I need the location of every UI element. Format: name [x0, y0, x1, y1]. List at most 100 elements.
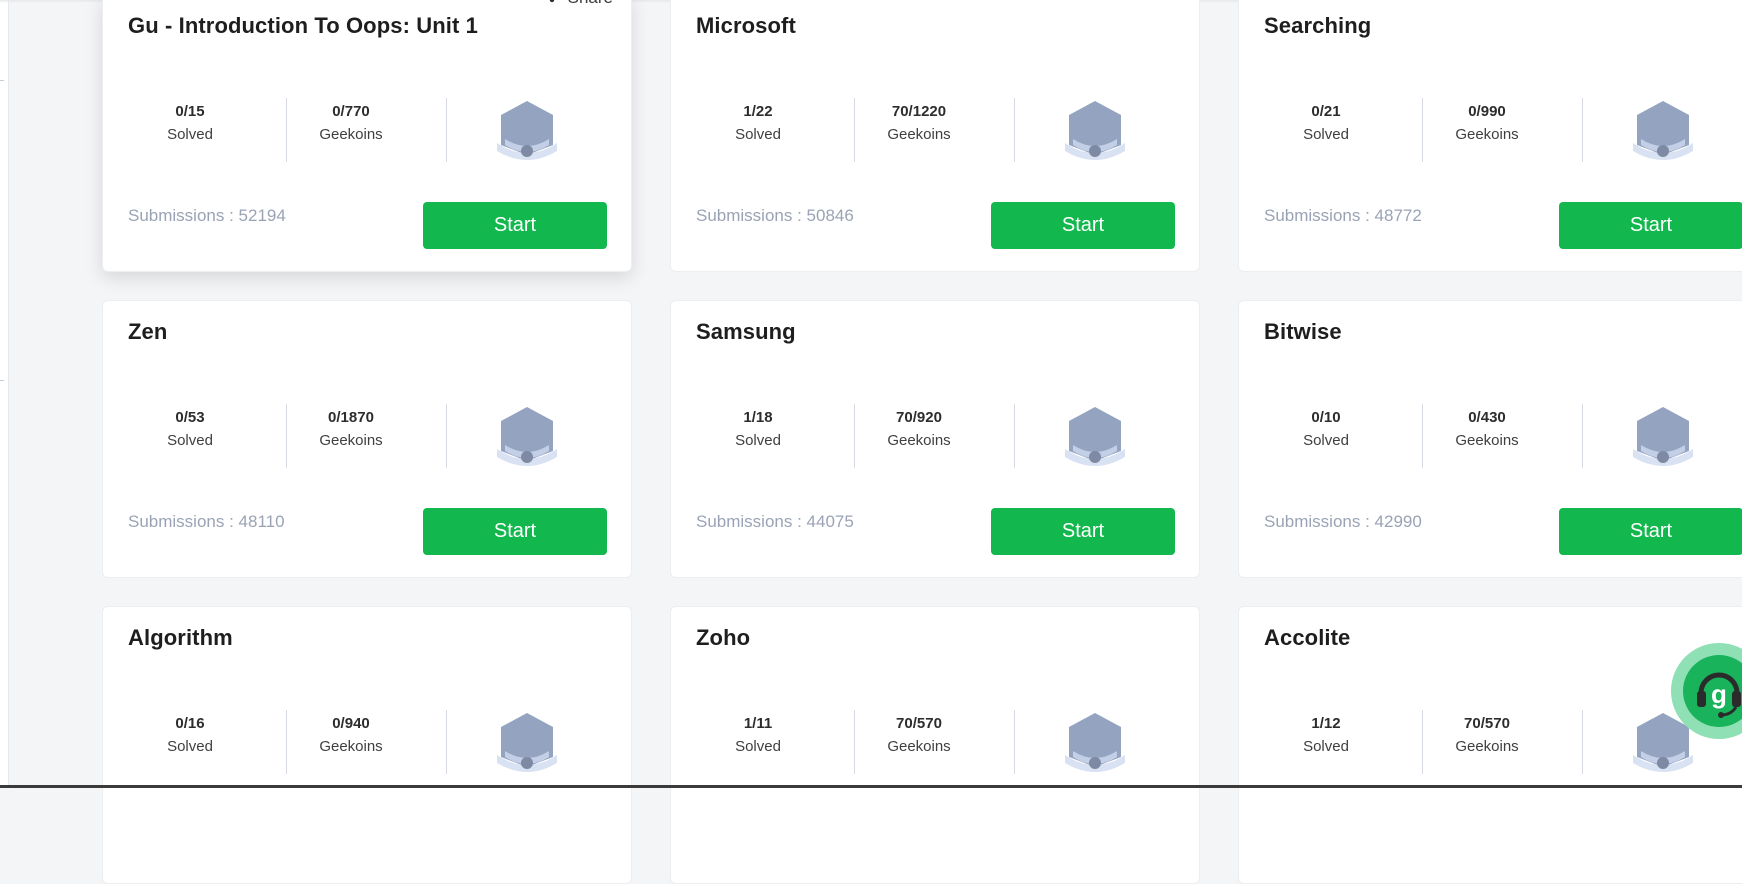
- solved-label: Solved: [735, 738, 781, 755]
- submissions-count: Submissions : 48110: [128, 512, 285, 532]
- submissions-value: 44075: [806, 512, 854, 531]
- left-edge-panel: [0, 0, 9, 788]
- card-title: Accolite: [1264, 625, 1351, 650]
- geekoins-count: 70/920: [896, 409, 942, 426]
- contest-card[interactable]: Microsoft 1/22 Solved 70/1220 Geekoins S…: [670, 0, 1200, 272]
- geekoins-label: Geekoins: [1455, 432, 1519, 449]
- solved-count: 1/18: [743, 409, 773, 426]
- solved-count: 0/16: [175, 715, 205, 732]
- solved-label: Solved: [735, 126, 781, 143]
- submissions-prefix: Submissions :: [128, 206, 239, 225]
- badge-icon: [1631, 405, 1695, 471]
- solved-stat: 1/22 Solved: [688, 101, 828, 147]
- geekoins-label: Geekoins: [1455, 126, 1519, 143]
- solved-count: 0/21: [1311, 103, 1341, 120]
- stat-divider: [1014, 710, 1015, 774]
- stat-divider: [1014, 98, 1015, 162]
- geekoins-stat: 0/430 Geekoins: [1417, 407, 1557, 453]
- start-button[interactable]: Start: [1559, 202, 1742, 249]
- submissions-value: 50846: [806, 206, 854, 225]
- stat-divider: [446, 710, 447, 774]
- geekoins-stat: 0/990 Geekoins: [1417, 101, 1557, 147]
- solved-label: Solved: [167, 432, 213, 449]
- card-title: Gu - Introduction To Oops: Unit 1: [128, 13, 478, 38]
- contest-card[interactable]: Algorithm 0/16 Solved 0/940 Geekoins: [102, 606, 632, 884]
- submissions-value: 42990: [1374, 512, 1422, 531]
- geekoins-stat: 70/1220 Geekoins: [849, 101, 989, 147]
- contest-card[interactable]: Bitwise 0/10 Solved 0/430 Geekoins Submi…: [1238, 300, 1742, 578]
- stat-divider: [1582, 710, 1583, 774]
- card-title: Algorithm: [128, 625, 233, 650]
- card-title: Searching: [1264, 13, 1372, 38]
- badge-icon: [1063, 405, 1127, 471]
- badge-icon: [1063, 99, 1127, 165]
- badge-icon: [495, 99, 559, 165]
- geekoins-count: 0/940: [332, 715, 370, 732]
- stat-divider: [446, 98, 447, 162]
- geekoins-label: Geekoins: [887, 432, 951, 449]
- submissions-value: 48772: [1374, 206, 1422, 225]
- submissions-count: Submissions : 42990: [1264, 512, 1422, 532]
- geekoins-label: Geekoins: [887, 126, 951, 143]
- start-button[interactable]: Start: [423, 202, 607, 249]
- submissions-count: Submissions : 50846: [696, 206, 854, 226]
- geekoins-count: 70/570: [896, 715, 942, 732]
- contest-card[interactable]: Gu - Introduction To Oops: Unit 1 0/15 S…: [102, 0, 632, 272]
- geekoins-stat: 70/570 Geekoins: [1417, 713, 1557, 759]
- stat-divider: [1582, 404, 1583, 468]
- start-button[interactable]: Start: [1559, 508, 1742, 555]
- badge-icon: [495, 405, 559, 471]
- submissions-value: 52194: [238, 206, 286, 225]
- contest-card[interactable]: Zen 0/53 Solved 0/1870 Geekoins Submissi…: [102, 300, 632, 578]
- card-title: Microsoft: [696, 13, 796, 38]
- stat-divider: [446, 404, 447, 468]
- share-icon: [540, 0, 556, 8]
- start-button[interactable]: Start: [991, 202, 1175, 249]
- solved-label: Solved: [167, 126, 213, 143]
- solved-stat: 1/11 Solved: [688, 713, 828, 759]
- geekoins-stat: 0/770 Geekoins: [281, 101, 421, 147]
- card-title: Bitwise: [1264, 319, 1342, 344]
- card-title: Zoho: [696, 625, 751, 650]
- headset-support-icon: g: [1683, 655, 1742, 727]
- contest-card[interactable]: Searching 0/21 Solved 0/990 Geekoins Sub…: [1238, 0, 1742, 272]
- badge-icon: [495, 711, 559, 777]
- geekoins-count: 70/570: [1464, 715, 1510, 732]
- submissions-prefix: Submissions :: [696, 512, 807, 531]
- stat-divider: [1582, 98, 1583, 162]
- solved-count: 1/22: [743, 103, 773, 120]
- solved-stat: 1/12 Solved: [1256, 713, 1396, 759]
- geekoins-count: 0/1870: [328, 409, 374, 426]
- geekoins-count: 0/770: [332, 103, 370, 120]
- solved-label: Solved: [1303, 126, 1349, 143]
- contest-card[interactable]: Accolite 1/12 Solved 70/570 Geekoins: [1238, 606, 1742, 884]
- submissions-value: 48110: [238, 512, 285, 531]
- solved-label: Solved: [1303, 738, 1349, 755]
- geekoins-stat: 0/1870 Geekoins: [281, 407, 421, 453]
- submissions-prefix: Submissions :: [1264, 206, 1375, 225]
- geekoins-stat: 0/940 Geekoins: [281, 713, 421, 759]
- submissions-prefix: Submissions :: [1264, 512, 1375, 531]
- solved-stat: 0/15 Solved: [120, 101, 260, 147]
- card-title: Zen: [128, 319, 168, 344]
- share-button[interactable]: Share: [540, 0, 613, 8]
- solved-stat: 1/18 Solved: [688, 407, 828, 453]
- badge-icon: [1631, 99, 1695, 165]
- geekoins-label: Geekoins: [319, 432, 383, 449]
- solved-count: 0/10: [1311, 409, 1341, 426]
- contest-card[interactable]: Samsung 1/18 Solved 70/920 Geekoins Subm…: [670, 300, 1200, 578]
- share-label: Share: [568, 0, 613, 8]
- geekoins-count: 0/990: [1468, 103, 1506, 120]
- geekoins-label: Geekoins: [319, 126, 383, 143]
- solved-label: Solved: [735, 432, 781, 449]
- start-button[interactable]: Start: [991, 508, 1175, 555]
- geekoins-count: 0/430: [1468, 409, 1506, 426]
- submissions-count: Submissions : 44075: [696, 512, 854, 532]
- geekoins-label: Geekoins: [319, 738, 383, 755]
- solved-stat: 0/16 Solved: [120, 713, 260, 759]
- geekoins-count: 70/1220: [891, 103, 947, 120]
- solved-count: 1/11: [743, 715, 773, 732]
- contest-card[interactable]: Zoho 1/11 Solved 70/570 Geekoins: [670, 606, 1200, 884]
- submissions-prefix: Submissions :: [696, 206, 807, 225]
- start-button[interactable]: Start: [423, 508, 607, 555]
